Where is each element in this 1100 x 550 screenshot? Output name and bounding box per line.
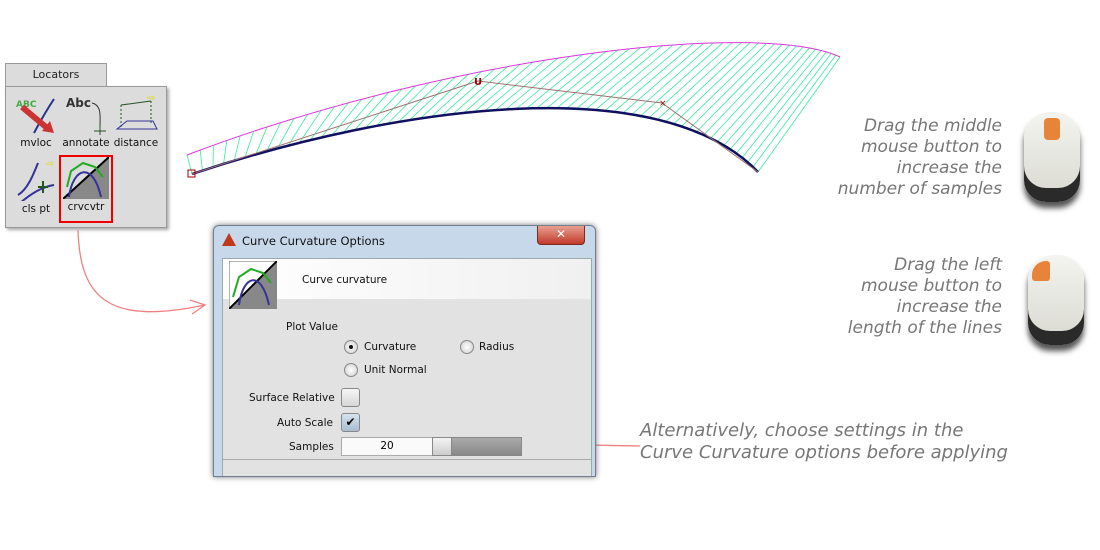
tool-distance[interactable]: ⇨ distance [112,93,160,155]
left-mouse-hint: Drag the left mouse button to increase the… [780,255,1002,339]
hint-line: Alternatively, choose settings in the [640,420,964,441]
surface-relative-label: Surface Relative [249,392,335,404]
annotate-icon: Abc [66,96,106,135]
curve-curvature-icon [229,261,277,309]
tool-annotate[interactable]: Abc annotate [62,93,110,155]
comb-line [515,54,583,110]
hint-line: increase the [896,297,1002,317]
tool-crvcvtr[interactable]: crvcvtr [59,155,113,223]
surface-relative-checkbox[interactable] [341,388,360,407]
dialog-header: Curve curvature [223,259,591,309]
comb-line [223,140,228,164]
mouse-middle-button-icon [1024,112,1080,202]
plot-value-label: Plot Value [286,321,338,333]
comb-line [585,45,663,110]
hint-line: mouse button to [861,137,1002,157]
tool-cls-pt[interactable]: ⇨ cls pt [12,159,60,221]
comb-line [696,44,783,133]
curve-curvature-icon [63,157,109,199]
samples-input[interactable]: 20 [341,437,433,456]
hint-line: number of samples [837,179,1002,199]
radio-radius-label: Radius [479,341,515,353]
radio-unit-normal-label: Unit Normal [364,364,427,376]
tool-mvloc[interactable]: ABC mvloc [12,93,60,155]
hint-line: mouse button to [861,276,1002,296]
radio-curvature-label: Curvature [364,341,417,353]
slider-handle[interactable] [433,438,452,455]
pointer-arrow [77,229,207,315]
comb-line [244,131,254,158]
auto-scale-checkbox[interactable]: ✔ [341,413,360,432]
auto-scale-label: Auto Scale [277,417,333,429]
closest-point-icon: ⇨ [17,159,54,201]
dialog-body: Curve curvature Plot Value Curvature Rad… [222,258,592,476]
middle-mouse-hint: Drag the middle mouse button to increase t… [780,116,1002,200]
svg-text:Abc: Abc [66,96,91,110]
alternative-hint: Alternatively, choose settings in the Cur… [640,420,1020,464]
distance-icon: ⇨ [115,93,158,130]
comb-line [505,56,571,110]
curve[interactable] [191,106,759,176]
radio-unit-normal[interactable] [344,363,358,377]
comb-line [420,73,469,119]
samples-label: Samples [289,441,334,453]
hint-line: Curve Curvature options before applying [640,442,1008,463]
radio-radius[interactable] [460,340,474,354]
curve-curvature-options-dialog: Curve Curvature Options ✕ Curve curvatur… [213,225,596,477]
app-logo-icon [222,233,236,246]
palette-tab-locators[interactable]: Locators [5,63,107,87]
hint-line: Drag the middle [863,116,1002,136]
comb-line [703,44,790,136]
dialog-title: Curve Curvature Options [242,234,385,248]
comb-line [233,135,241,161]
close-button[interactable]: ✕ [537,226,585,245]
radio-curvature[interactable] [344,340,358,354]
divider [223,459,591,460]
locators-palette: ABC mvloc Abc annotate ⇨ distance ⇨ cls … [5,86,167,228]
comb-line [576,46,652,110]
svg-text:⇨: ⇨ [46,159,54,170]
hint-line: length of the lines [847,318,1002,338]
comb-line [199,150,203,171]
cv-u-marker[interactable]: U [474,77,482,88]
samples-slider[interactable] [432,437,522,456]
comb-line [688,43,775,130]
hint-line: Drag the left [894,255,1002,275]
cv-marker[interactable]: × [659,99,667,109]
comb-envelope [186,42,841,156]
dialog-header-label: Curve curvature [302,274,388,286]
mouse-left-button-icon [1028,255,1084,345]
hint-line: increase the [896,158,1002,178]
move-locator-icon: ABC [16,98,55,134]
